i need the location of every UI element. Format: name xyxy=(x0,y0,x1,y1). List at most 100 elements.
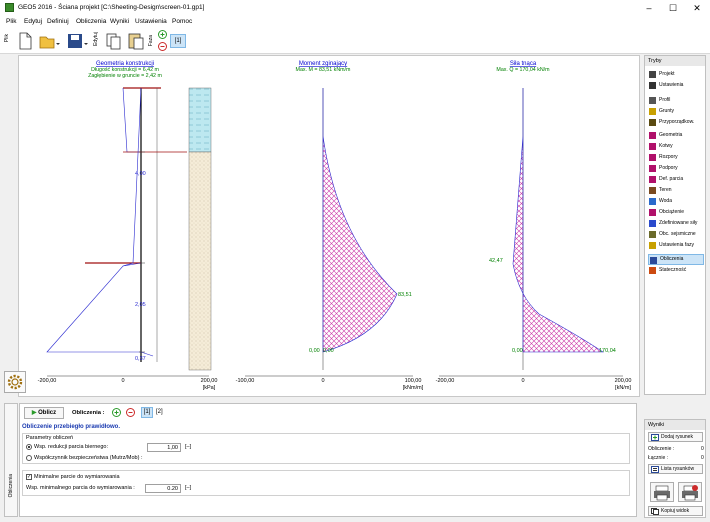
mode-item-label: Przyporządkow. xyxy=(659,119,695,125)
open-file-button[interactable] xyxy=(38,31,60,51)
mode-item-label: Def. parcia xyxy=(659,176,684,182)
remove-icon xyxy=(158,42,167,51)
mode-item-6[interactable]: Kotwy xyxy=(648,141,704,152)
shear-zero-label: 0,00 xyxy=(512,348,523,354)
window-title: GEO5 2016 - Ściana projekt [C:\Sheeting-… xyxy=(18,4,205,11)
moment-zero-label-1: 0,00 xyxy=(309,348,320,354)
copy-data-button[interactable] xyxy=(105,31,123,51)
mode-item-label: Obliczenia xyxy=(660,256,684,262)
depth-label-2: 2,05 xyxy=(135,302,146,308)
paste-data-button[interactable] xyxy=(127,31,145,51)
gear-icon xyxy=(649,82,656,89)
min-pressure-label: Minimalne parcie do wymiarowania xyxy=(34,474,120,480)
mode-item-8[interactable]: Podpory xyxy=(648,163,704,174)
menu-edytuj[interactable]: Edytuj xyxy=(24,18,42,25)
moment-unit: [kNm/m] xyxy=(403,385,424,391)
printer-icon xyxy=(654,485,670,501)
title-bar: GEO5 2016 - Ściana projekt [C:\Sheeting-… xyxy=(0,0,710,16)
status-text: Obliczenie przebiegło prawidłowo. xyxy=(22,424,121,430)
mode-item-9[interactable]: Def. parcia xyxy=(648,174,704,185)
calc-tab-2[interactable]: [2] xyxy=(156,409,163,415)
mode-item-7[interactable]: Rozpory xyxy=(648,152,704,163)
min-coef-input[interactable]: 0.20 xyxy=(145,484,181,493)
seismic-icon xyxy=(649,231,656,238)
bottom-side-tab[interactable]: Obliczenia xyxy=(4,403,18,517)
mode-item-10[interactable]: Teren xyxy=(648,185,704,196)
mode-item-11[interactable]: Woda xyxy=(648,196,704,207)
copy-view-button[interactable]: Kopiuj widok xyxy=(648,506,703,516)
mode-item-2[interactable]: Profil xyxy=(648,95,704,106)
results-header: Wyniki xyxy=(645,420,705,430)
shear-area xyxy=(512,88,604,353)
moment-max: Max. M = 83,51 kNm/m xyxy=(296,67,351,73)
menu-wyniki[interactable]: Wyniki xyxy=(110,18,129,25)
add-picture-button[interactable]: Dodaj rysunek xyxy=(648,432,703,442)
mode-item-4[interactable]: Przyporządkow. xyxy=(648,117,704,128)
menu-ustawienia[interactable]: Ustawienia xyxy=(135,18,167,25)
copy-icon xyxy=(106,33,121,50)
add-stage-button[interactable] xyxy=(158,30,167,39)
stability-icon xyxy=(649,267,656,274)
reduction-input[interactable]: 1,00 xyxy=(147,443,181,452)
remove-stage-button[interactable] xyxy=(158,42,167,51)
drawing-canvas[interactable]: Geometria konstrukcji Długość konstrukcj… xyxy=(18,55,640,397)
calc-tab-1[interactable]: [1] xyxy=(141,407,153,418)
analysis-panel: ▶ Oblicz Obliczenia : [1] [2] Obliczenie… xyxy=(19,403,637,517)
reduction-unit: [–] xyxy=(185,444,192,450)
mode-item-label: Stateczność xyxy=(659,267,687,273)
maximize-button[interactable]: ☐ xyxy=(662,2,684,14)
strut-icon xyxy=(649,154,656,161)
open-folder-icon xyxy=(39,36,60,49)
mode-item-14[interactable]: Obc. sejsmiczne xyxy=(648,229,704,240)
pressure-active xyxy=(122,87,142,267)
new-file-button[interactable] xyxy=(17,31,33,51)
menu-obliczenia[interactable]: Obliczenia xyxy=(76,18,106,25)
minimize-button[interactable]: – xyxy=(638,2,660,14)
view-settings-button[interactable] xyxy=(4,371,26,393)
anchor-icon xyxy=(649,143,656,150)
min-coef-label: Wsp. minimalnego parcia do wymiarowania … xyxy=(26,485,135,491)
print-export-button[interactable] xyxy=(678,482,702,502)
mode-item-3[interactable]: Grunty xyxy=(648,106,704,117)
radio-reduction[interactable] xyxy=(26,444,32,450)
mode-item-16[interactable]: Obliczenia xyxy=(648,254,704,265)
stage-tab-1[interactable]: [1] xyxy=(170,34,186,48)
mode-item-label: Kotwy xyxy=(659,143,673,149)
support-icon xyxy=(649,165,656,172)
diagrams-svg: Geometria konstrukcji Długość konstrukcj… xyxy=(38,61,632,391)
menu-definiuj[interactable]: Definiuj xyxy=(47,18,69,25)
toolbar-plik-label: Plik xyxy=(4,34,10,43)
menu-pomoc[interactable]: Pomoc xyxy=(172,18,192,25)
mode-item-13[interactable]: Zdefiniowane siły xyxy=(648,218,704,229)
menu-plik[interactable]: Plik xyxy=(6,18,16,25)
mode-item-label: Ustawienia xyxy=(659,82,684,88)
stage-settings-icon xyxy=(649,242,656,249)
print-button[interactable] xyxy=(650,482,674,502)
mode-item-12[interactable]: Obciążenie xyxy=(648,207,704,218)
close-button[interactable]: ✕ xyxy=(686,2,708,14)
compute-label: Oblicz xyxy=(38,410,57,416)
moment-area xyxy=(322,88,398,353)
params-title: Parametry obliczeń xyxy=(26,435,74,441)
min-pressure-checkbox[interactable]: ✓ xyxy=(26,474,32,480)
compute-button[interactable]: ▶ Oblicz xyxy=(24,407,64,419)
mode-item-1[interactable]: Ustawienia xyxy=(648,80,704,91)
mode-item-17[interactable]: Stateczność xyxy=(648,265,704,276)
radio-safety-label: Współczynnik bezpieczeństwa (Mutrz/Mob) … xyxy=(34,455,143,461)
mode-item-label: Grunty xyxy=(659,108,675,114)
results-total-label: Łącznie : xyxy=(648,455,669,461)
radio-safety[interactable] xyxy=(26,455,32,461)
save-button[interactable] xyxy=(66,31,88,51)
mode-item-15[interactable]: Ustawienia fazy xyxy=(648,240,704,251)
gear-icon xyxy=(7,374,23,390)
geometry-unit: [kPa] xyxy=(203,385,216,391)
mode-item-5[interactable]: Geometria xyxy=(648,130,704,141)
geometry-tick-1: 0 xyxy=(121,378,124,384)
moment-zero-label-2: 0,00 xyxy=(323,348,334,354)
mode-item-0[interactable]: Projekt xyxy=(648,69,704,80)
remove-calc-button[interactable] xyxy=(126,408,135,417)
mode-item-label: Obc. sejsmiczne xyxy=(659,231,696,237)
picture-list-button[interactable]: Lista rysunków xyxy=(648,464,703,474)
moment-tick-1: 0 xyxy=(321,378,324,384)
add-calc-button[interactable] xyxy=(112,408,121,417)
